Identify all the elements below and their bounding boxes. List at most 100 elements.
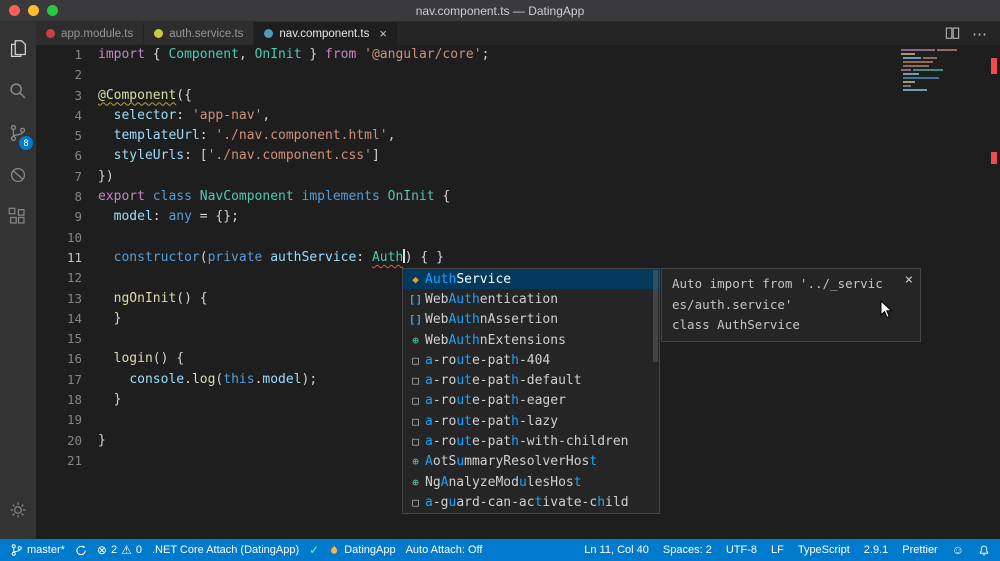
symbol-brackets-icon: [] [408, 313, 423, 327]
overview-error-mark [991, 58, 997, 74]
line-number: 15 [66, 331, 82, 347]
language-mode[interactable]: TypeScript [798, 544, 850, 556]
code-text: styleUrls: ['./nav.component.css'] [113, 148, 380, 164]
close-icon[interactable]: × [379, 27, 387, 40]
tab-nav.component.ts[interactable]: nav.component.ts × [254, 22, 398, 45]
tab-auth.service.ts[interactable]: auth.service.ts [144, 22, 255, 45]
warning-count: 0 [135, 544, 142, 556]
status-bar: master* ⊗ 2 ⚠ 0 .NET Core Attach (Dating… [0, 539, 1000, 561]
line-number: 14 [66, 310, 82, 326]
symbol-snippet-icon: □ [412, 394, 419, 408]
tabs: app.module.ts auth.service.ts nav.componen… [36, 22, 398, 45]
formatter-indicator[interactable]: Prettier [902, 544, 937, 556]
code-text: constructor(private authService: Auth) {… [113, 249, 444, 265]
git-branch-icon [11, 544, 22, 556]
close-window-button[interactable] [9, 5, 20, 16]
code-line[interactable]: 3 @Component({ [36, 86, 1000, 106]
source-control-icon[interactable]: 8 [0, 112, 36, 154]
suggest-item[interactable]: ⊕ AotSummaryResolverHost [403, 452, 659, 472]
suggest-item[interactable]: [] WebAuthentication [403, 289, 659, 309]
line-number: 19 [66, 412, 82, 428]
line-number: 20 [66, 432, 82, 448]
symbol-snippet-icon: □ [412, 374, 419, 388]
suggest-item[interactable]: ◆ AuthService [403, 269, 659, 290]
suggest-label: WebAuthnExtensions [425, 332, 566, 348]
zoom-window-button[interactable] [47, 5, 58, 16]
code-line[interactable]: 7}) [36, 167, 1000, 187]
code-line[interactable]: 4 selector: 'app-nav', [36, 106, 1000, 126]
formatter-label: Prettier [902, 544, 938, 556]
line-number: 13 [66, 290, 82, 306]
more-actions-icon[interactable]: ⋯ [972, 25, 988, 43]
suggest-item[interactable]: ⊕ WebAuthnExtensions [403, 330, 659, 350]
doc-text: es/auth.service' [672, 296, 793, 312]
code-line[interactable]: 5 templateUrl: './nav.component.html', [36, 126, 1000, 146]
branch-indicator[interactable]: master* [10, 543, 65, 557]
code-text: selector: 'app-nav', [113, 107, 271, 123]
settings-gear-icon[interactable] [0, 489, 36, 531]
line-number: 11 [66, 249, 82, 265]
feedback-smiley-icon[interactable]: ☺ [952, 544, 964, 556]
suggest-item[interactable]: □ a-route-path-eager [403, 391, 659, 411]
problems-indicator[interactable]: ⊗ 2 ⚠ 0 [97, 544, 142, 556]
code-text: ngOnInit() { [113, 290, 208, 306]
eol-indicator[interactable]: LF [771, 544, 784, 556]
notifications-bell-icon[interactable] [978, 544, 990, 557]
code-line[interactable]: 10 [36, 228, 1000, 248]
line-number: 9 [74, 209, 82, 225]
activity-bar: 8 [0, 22, 36, 539]
suggest-item[interactable]: ⊕ NgAnalyzeModulesHost [403, 472, 659, 492]
code-line[interactable]: 8 export class NavComponent implements On… [36, 187, 1000, 207]
code-line[interactable]: 2 [36, 65, 1000, 85]
code-line[interactable]: 1 import { Component, OnInit } from '@ang… [36, 45, 1000, 65]
suggest-item[interactable]: □ a-route-path-with-children [403, 431, 659, 451]
code-text: model: any = {}; [113, 209, 239, 225]
sync-button[interactable] [75, 544, 87, 557]
suggest-details-popup: Auto import from '../_servic es/auth.ser… [661, 268, 921, 342]
search-icon[interactable] [0, 70, 36, 112]
debug-icon[interactable] [0, 154, 36, 196]
suggest-item[interactable]: □ a-guard-can-activate-child [403, 492, 659, 512]
language-label: TypeScript [797, 544, 850, 556]
explorer-icon[interactable] [0, 28, 36, 70]
editor[interactable]: 1 import { Component, OnInit } from '@ang… [36, 45, 1000, 539]
line-number: 5 [74, 128, 82, 144]
task-indicator[interactable]: DatingApp [329, 544, 396, 557]
indentation-indicator[interactable]: Spaces: 2 [663, 544, 712, 556]
code-line[interactable]: 9 model: any = {}; [36, 207, 1000, 227]
symbol-snippet-icon: □ [412, 495, 419, 509]
suggest-item[interactable]: □ a-route-path-lazy [403, 411, 659, 431]
scm-badge: 8 [19, 136, 33, 150]
ts-version[interactable]: 2.9.1 [864, 544, 888, 556]
scrollbar[interactable] [653, 270, 658, 362]
title-bar: nav.component.ts — DatingApp [0, 0, 1000, 22]
split-editor-icon[interactable] [945, 26, 960, 41]
window-controls [9, 5, 58, 16]
code-line[interactable]: 6 styleUrls: ['./nav.component.css'] [36, 146, 1000, 166]
cursor-position-label: Ln 11, Col 40 [584, 544, 649, 556]
minimap[interactable] [901, 48, 975, 94]
suggest-label: a-route-path-default [425, 373, 582, 389]
tab-app.module.ts[interactable]: app.module.ts [36, 22, 145, 45]
auto-attach-toggle[interactable]: Auto Attach: Off [406, 544, 483, 556]
suggest-item[interactable]: □ a-route-path-default [403, 370, 659, 390]
minimize-window-button[interactable] [28, 5, 39, 16]
suggest-item[interactable]: □ a-route-path-404 [403, 350, 659, 370]
line-number: 17 [66, 371, 82, 387]
symbol-interface-icon: ⊕ [412, 333, 419, 347]
cursor-position[interactable]: Ln 11, Col 40 [584, 544, 649, 556]
symbol-interface-icon: ⊕ [412, 475, 419, 489]
code-text: }) [98, 168, 114, 184]
suggest-label: a-route-path-with-children [425, 434, 629, 450]
suggest-label: WebAuthentication [425, 291, 559, 307]
code-text: import { Component, OnInit } from '@angu… [98, 47, 490, 62]
line-number: 12 [66, 270, 82, 286]
line-number: 16 [66, 351, 82, 367]
extensions-icon[interactable] [0, 196, 36, 238]
code-line[interactable]: 11 constructor(private authService: Auth… [36, 248, 1000, 268]
sync-icon [76, 545, 86, 555]
close-icon[interactable]: × [905, 270, 913, 291]
debug-target[interactable]: .NET Core Attach (DatingApp) [152, 544, 299, 556]
encoding-indicator[interactable]: UTF-8 [726, 544, 757, 556]
suggest-item[interactable]: [] WebAuthnAssertion [403, 310, 659, 330]
